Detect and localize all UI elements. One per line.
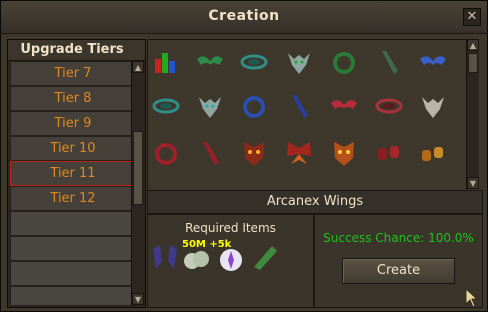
tier-empty-slot [10,261,136,286]
scroll-down-icon[interactable]: ▼ [132,293,144,305]
tier-empty-slot [10,286,136,306]
red-demon-mask-icon[interactable] [329,138,359,168]
tiers-header-label: Upgrade Tiers [20,42,124,57]
red-butterfly-icon[interactable] [284,138,314,168]
tier-item-10[interactable]: Tier 10 [10,136,136,161]
blue-ring-icon[interactable] [239,91,269,121]
red-demon-mask-icon[interactable] [239,138,269,168]
scrollbar-thumb[interactable] [468,53,478,73]
white-mask-icon[interactable] [418,91,448,121]
green-wings-icon[interactable] [195,47,225,77]
purple-wings-icon [150,241,180,271]
green-ring-icon[interactable] [329,47,359,77]
tier-empty-slot [10,236,136,261]
upgrade-tiers-panel: Upgrade Tiers Tier 7 Tier 8 Tier 9 Tier … [7,39,146,308]
item-grid-scrollbar[interactable]: ▲ ▼ [466,39,479,189]
scroll-down-icon[interactable]: ▼ [467,177,479,189]
create-button[interactable]: Create [342,258,455,284]
teal-swirl-icon[interactable] [151,91,181,121]
close-button[interactable]: ✕ [463,8,481,26]
item-grid [147,39,467,191]
blue-shard-icon[interactable] [284,91,314,121]
green-crystal-icon [250,243,280,273]
creation-action-panel: Success Chance: 100.0% Create [314,214,483,308]
prism-star-icon [216,245,246,275]
title-bar: Creation ✕ [1,1,487,34]
stats-chart-icon[interactable] [151,47,181,77]
red-shard-icon[interactable] [195,138,225,168]
scroll-up-icon[interactable]: ▲ [467,39,479,51]
window-title: Creation [208,8,280,24]
tier-empty-slot [10,211,136,236]
tier-item-7[interactable]: Tier 7 [10,61,136,86]
teal-swirl-icon[interactable] [239,47,269,77]
tier-item-8[interactable]: Tier 8 [10,86,136,111]
required-items-panel: Required Items 50M +5k [147,214,314,308]
orange-gloves-icon[interactable] [418,138,448,168]
scroll-up-icon[interactable]: ▲ [132,61,144,73]
red-gloves-icon[interactable] [374,138,404,168]
green-shard-icon[interactable] [374,47,404,77]
tier-item-12[interactable]: Tier 12 [10,186,136,211]
blue-wings-icon[interactable] [418,47,448,77]
required-items-label: Required Items [185,221,276,235]
scrollbar-thumb[interactable] [133,131,143,205]
tier-item-9[interactable]: Tier 9 [10,111,136,136]
tiers-scrollbar[interactable]: ▲ ▼ [131,61,144,305]
tiers-header: Upgrade Tiers [8,40,145,61]
red-swirl-icon[interactable] [374,91,404,121]
teal-mask-icon[interactable] [284,47,314,77]
selected-item-name: Arcanex Wings [147,190,483,214]
teal-mask-icon[interactable] [195,91,225,121]
red-wings-icon[interactable] [329,91,359,121]
mouse-cursor-icon [465,287,479,312]
tier-item-11[interactable]: Tier 11 [10,161,136,186]
red-ring-icon[interactable] [151,138,181,168]
success-chance: Success Chance: 100.0% [323,231,474,245]
